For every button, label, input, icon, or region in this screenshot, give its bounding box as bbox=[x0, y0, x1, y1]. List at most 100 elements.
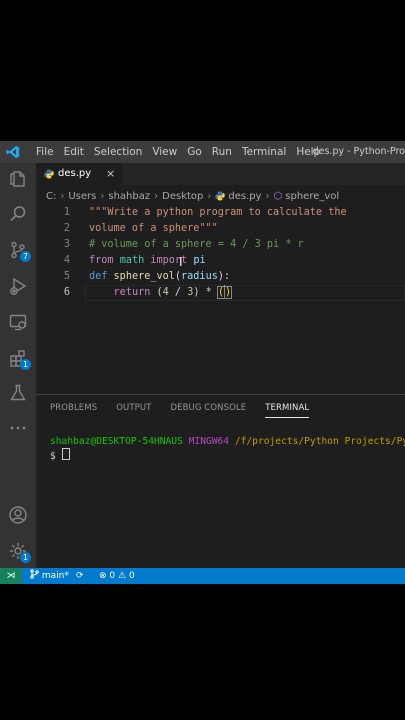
breadcrumb-desktop[interactable]: Desktop bbox=[162, 191, 203, 202]
line-number: 3 bbox=[63, 239, 70, 250]
error-count: 0 bbox=[109, 571, 116, 581]
testing-button[interactable] bbox=[6, 381, 30, 405]
problems-status[interactable]: ⊗ 0 ⚠ 0 bbox=[99, 568, 135, 584]
code-token: ): bbox=[217, 271, 231, 282]
code-token: math bbox=[119, 255, 145, 266]
remote-indicator[interactable]: ⋊ bbox=[0, 568, 22, 584]
menu-bar: File Edit Selection View Go Run Terminal… bbox=[31, 141, 325, 163]
chevron-right-icon: › bbox=[100, 190, 105, 202]
line-number: 6 bbox=[63, 287, 70, 298]
tab-des-py[interactable]: des.py × bbox=[36, 163, 122, 185]
code-text: from math import pi bbox=[89, 253, 206, 269]
code-token: / bbox=[168, 287, 188, 298]
editor-tab-bar: des.py × bbox=[36, 163, 405, 185]
chevron-right-icon: › bbox=[60, 190, 65, 202]
account-icon bbox=[9, 506, 27, 524]
menu-terminal[interactable]: Terminal bbox=[237, 141, 291, 163]
breadcrumb-user[interactable]: shahbaz bbox=[108, 191, 150, 202]
git-branch-icon bbox=[30, 569, 39, 579]
source-control-button[interactable]: 7 bbox=[6, 238, 31, 262]
ellipsis-icon bbox=[10, 426, 26, 430]
tab-terminal[interactable]: TERMINAL bbox=[265, 399, 310, 418]
code-line[interactable]: 5 def sphere_vol(radius): bbox=[36, 269, 405, 285]
code-line[interactable]: 2 volume of a sphere""" bbox=[36, 221, 405, 237]
menu-file[interactable]: File bbox=[31, 141, 59, 163]
code-editor[interactable]: 1 """Write a python program to calculate … bbox=[36, 205, 405, 395]
python-file-icon bbox=[44, 169, 54, 179]
chevron-right-icon: › bbox=[265, 190, 270, 202]
source-control-badge: 7 bbox=[20, 251, 31, 262]
terminal-path: /f/projects/Python Projects/Pytho bbox=[234, 436, 405, 447]
extensions-badge: 1 bbox=[20, 359, 31, 370]
code-token: return bbox=[113, 287, 151, 298]
search-button[interactable] bbox=[6, 202, 30, 226]
error-icon: ⊗ bbox=[99, 571, 107, 581]
menu-view[interactable]: View bbox=[147, 141, 182, 163]
tab-close-icon[interactable]: × bbox=[106, 163, 115, 185]
breadcrumb-file[interactable]: des.py bbox=[228, 191, 261, 202]
manage-button[interactable]: 1 bbox=[6, 539, 31, 563]
line-number: 2 bbox=[63, 223, 70, 234]
menu-go[interactable]: Go bbox=[182, 141, 207, 163]
tab-output[interactable]: OUTPUT bbox=[116, 399, 151, 418]
sync-icon[interactable]: ⟳ bbox=[76, 568, 84, 584]
title-bar: File Edit Selection View Go Run Terminal… bbox=[0, 141, 405, 163]
remote-explorer-button[interactable] bbox=[6, 310, 30, 334]
run-debug-icon bbox=[10, 277, 27, 295]
code-token: volume of a sphere""" bbox=[89, 223, 218, 234]
warning-icon: ⚠ bbox=[118, 571, 127, 581]
line-number: 5 bbox=[63, 271, 70, 282]
code-token: ) bbox=[223, 286, 233, 299]
code-token: from bbox=[89, 255, 114, 266]
code-token: radius bbox=[181, 271, 218, 282]
remote-explorer-icon bbox=[9, 314, 27, 331]
code-token: ( bbox=[150, 287, 163, 298]
chevron-right-icon: › bbox=[154, 190, 159, 202]
branch-status[interactable]: main* bbox=[30, 568, 69, 584]
terminal-cursor bbox=[61, 448, 70, 460]
window-title: des.py - Python-Pro bbox=[312, 146, 405, 157]
breadcrumb-users[interactable]: Users bbox=[68, 191, 96, 202]
method-icon: ⬡ bbox=[273, 190, 283, 202]
tab-problems[interactable]: PROBLEMS bbox=[50, 399, 97, 418]
extensions-button[interactable]: 1 bbox=[6, 346, 31, 370]
chevron-right-icon: › bbox=[207, 190, 212, 202]
breadcrumb-drive[interactable]: C: bbox=[46, 191, 56, 202]
bottom-panel: PROBLEMS OUTPUT DEBUG CONSOLE TERMINAL s… bbox=[36, 394, 405, 569]
tab-debug-console[interactable]: DEBUG CONSOLE bbox=[170, 399, 246, 418]
code-line[interactable]: 1 """Write a python program to calculate … bbox=[36, 205, 405, 221]
menu-selection[interactable]: Selection bbox=[89, 141, 147, 163]
explorer-button[interactable] bbox=[6, 166, 30, 190]
more-views-button[interactable] bbox=[6, 416, 30, 440]
run-debug-button[interactable] bbox=[6, 274, 30, 298]
mouse-ibeam-cursor: I bbox=[179, 255, 183, 269]
code-token: ) * bbox=[193, 287, 218, 298]
breadcrumb-symbol[interactable]: sphere_vol bbox=[285, 191, 339, 202]
accounts-button[interactable] bbox=[6, 503, 30, 527]
code-line[interactable]: 4 from math import pi bbox=[36, 253, 405, 269]
line-number: 1 bbox=[63, 207, 70, 218]
terminal-prompt: $ bbox=[50, 451, 56, 462]
branch-name: main* bbox=[41, 571, 69, 581]
flask-icon bbox=[10, 384, 26, 401]
code-text: def sphere_vol(radius): bbox=[89, 269, 230, 285]
vscode-window: File Edit Selection View Go Run Terminal… bbox=[0, 141, 405, 584]
warning-count: 0 bbox=[128, 571, 135, 581]
python-file-icon bbox=[215, 191, 226, 201]
code-token: sphere_vol bbox=[113, 271, 175, 282]
code-token: pi bbox=[193, 255, 206, 266]
terminal-output[interactable]: shahbaz@DESKTOP-54HNAUS MINGW64 /f/proje… bbox=[50, 435, 405, 463]
terminal-user: shahbaz@DESKTOP-54HNAUS bbox=[50, 436, 183, 447]
breadcrumb: C: › Users › shahbaz › Desktop › des.py › ⬡ sp… bbox=[46, 187, 339, 205]
code-token: # volume of a sphere = 4 / 3 pi * r bbox=[89, 239, 304, 250]
menu-edit[interactable]: Edit bbox=[59, 141, 89, 163]
code-text: volume of a sphere""" bbox=[89, 221, 218, 237]
code-line[interactable]: 3 # volume of a sphere = 4 / 3 pi * r bbox=[36, 237, 405, 253]
activity-bar: 7 1 1 bbox=[0, 163, 36, 568]
vscode-logo-icon bbox=[6, 145, 20, 159]
code-line[interactable]: 6 return (4 / 3) * () bbox=[36, 285, 405, 301]
status-bar: ⋊ main* ⟳ ⊗ 0 ⚠ 0 bbox=[0, 568, 405, 584]
menu-run[interactable]: Run bbox=[207, 141, 237, 163]
code-token: def bbox=[89, 271, 108, 282]
panel-tabs: PROBLEMS OUTPUT DEBUG CONSOLE TERMINAL bbox=[50, 399, 328, 418]
